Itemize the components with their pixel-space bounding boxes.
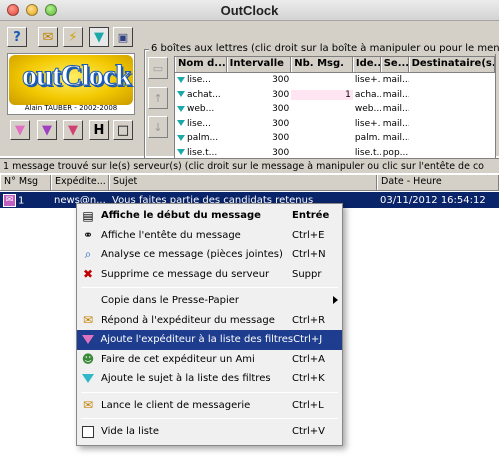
title-bar: OutClock xyxy=(0,0,499,21)
filter-icon xyxy=(177,76,185,83)
column-header-msg-number[interactable]: N° Msg xyxy=(0,175,51,190)
menu-item-copy-clipboard[interactable]: Copie dans le Presse-Papier xyxy=(77,291,342,311)
message-icon: ✉ xyxy=(3,193,16,207)
move-up-button[interactable]: ↑ xyxy=(148,87,168,109)
filter-red-button[interactable]: ▼ xyxy=(63,120,83,140)
column-header-name[interactable]: Nom d... xyxy=(175,57,227,72)
menu-item-show-header[interactable]: ⚭ Affiche l'entête du message Ctrl+E xyxy=(77,226,342,246)
binoculars-icon: ⚭ xyxy=(82,228,94,243)
header-icon: H xyxy=(93,122,105,138)
filter-icon xyxy=(177,120,185,127)
filter-button[interactable]: ▼ xyxy=(89,27,109,47)
check-mail-button[interactable]: ⚡ xyxy=(63,27,83,47)
filter-teal-icon xyxy=(77,369,99,388)
column-header-subject[interactable]: Sujet xyxy=(109,175,377,190)
mailbox-settings-icon: ▣ xyxy=(117,30,129,44)
column-header-date[interactable]: Date - Heure xyxy=(377,175,499,190)
submenu-arrow-icon xyxy=(333,296,338,304)
mailbox-group-label: 6 boîtes aux lettres (clic droit sur la … xyxy=(149,43,499,54)
filter-purple-icon: ▼ xyxy=(42,122,52,138)
mailbox-row[interactable]: lise... 300 lise+... mail... xyxy=(175,73,495,88)
menu-separator xyxy=(81,391,338,393)
save-mailbox-button[interactable]: ▭ xyxy=(148,57,168,79)
magnifier-icon: ⌕ xyxy=(84,247,92,262)
window-title: OutClock xyxy=(220,3,279,18)
filter-purple-button[interactable]: ▼ xyxy=(37,120,57,140)
mailbox-table-header: Nom d... Intervalle Nb. Msg. Ide... Se..… xyxy=(175,57,495,73)
mailbox-button[interactable]: ✉ xyxy=(38,27,58,47)
document-icon: ▤ xyxy=(82,208,94,223)
mailbox-row[interactable]: lise... 300 lise+... mail... xyxy=(175,117,495,132)
lightning-icon: ⚡ xyxy=(68,29,78,45)
filter-pink-icon xyxy=(77,330,98,349)
filter-icon xyxy=(177,134,185,141)
menu-item-launch-client[interactable]: ✉ Lance le client de messagerie Ctrl+L xyxy=(77,396,342,416)
mail-client-icon: ✉ xyxy=(82,398,94,413)
column-header-sender[interactable]: Expédite... xyxy=(51,175,109,190)
logo-text: outClock xyxy=(22,59,133,93)
arrow-up-icon: ↑ xyxy=(153,91,163,105)
header-button[interactable]: H xyxy=(89,120,109,140)
help-icon: ? xyxy=(13,29,21,45)
friend-icon: ☻ xyxy=(81,352,95,367)
filter-icon xyxy=(177,149,185,156)
menu-separator xyxy=(81,287,338,288)
column-header-dest[interactable]: Destinataire(s... xyxy=(408,57,495,72)
blank-button[interactable]: □ xyxy=(113,120,133,140)
filter-icon xyxy=(177,105,185,112)
blank-icon: □ xyxy=(116,122,130,138)
menu-item-add-sender-filter[interactable]: Ajoute l'expéditeur à la liste des filtr… xyxy=(77,330,342,350)
message-table-header: N° Msg Expédite... Sujet Date - Heure xyxy=(0,175,499,191)
menu-item-add-friend[interactable]: ☻ Faire de cet expéditeur un Ami Ctrl+A xyxy=(77,350,342,370)
menu-item-reply[interactable]: ✉ Répond à l'expéditeur du message Ctrl+… xyxy=(77,311,342,331)
mailbox-table: Nom d... Intervalle Nb. Msg. Ide... Se..… xyxy=(174,56,496,170)
reply-icon: ✉ xyxy=(82,313,94,328)
column-header-id[interactable]: Ide... xyxy=(352,57,381,72)
menu-item-analyze[interactable]: ⌕ Analyse ce message (pièces jointes) Ct… xyxy=(77,245,342,265)
messages-status: 1 message trouvé sur le(s) serveur(s) (c… xyxy=(0,158,499,173)
top-pane: ? ✉ ⚡ ▼ ▣ outClock Alain TAUBER - 2002-2… xyxy=(0,21,499,173)
menu-separator xyxy=(81,418,338,419)
filter-icon xyxy=(177,91,185,98)
menu-item-delete[interactable]: ✖ Supprime ce message du serveur Suppr xyxy=(77,265,342,285)
move-down-button[interactable]: ↓ xyxy=(148,116,168,138)
save-icon: ▭ xyxy=(152,61,164,75)
filter-icon: ▼ xyxy=(94,29,104,45)
column-header-server[interactable]: Se... xyxy=(380,57,409,72)
mailbox-row[interactable]: achat... 300 1 acha... mail... xyxy=(175,88,495,103)
menu-item-clear-list[interactable]: Vide la liste Ctrl+V xyxy=(77,422,342,442)
logo-credit: Alain TAUBER - 2002-2008 xyxy=(24,104,118,112)
column-header-count[interactable]: Nb. Msg. xyxy=(291,57,353,72)
outclock-logo: outClock Alain TAUBER - 2002-2008 xyxy=(7,53,135,115)
delete-x-icon: ✖ xyxy=(82,267,94,282)
help-button[interactable]: ? xyxy=(7,27,27,47)
mailbox-settings-button[interactable]: ▣ xyxy=(113,27,133,47)
mailbox-row[interactable]: web... 300 web... mail... xyxy=(175,102,495,117)
filter-pink-icon: ▼ xyxy=(15,122,25,138)
clear-list-icon xyxy=(77,422,99,441)
menu-item-show-start[interactable]: ▤ Affiche le début du message Entrée xyxy=(77,206,342,226)
message-context-menu: ▤ Affiche le début du message Entrée ⚭ A… xyxy=(76,203,343,446)
mailbox-icon: ✉ xyxy=(42,29,54,45)
mailbox-row[interactable]: palm... 300 palm... mail... xyxy=(175,131,495,146)
filter-pink-button[interactable]: ▼ xyxy=(10,120,30,140)
menu-item-add-subject-filter[interactable]: Ajoute le sujet à la liste des filtres C… xyxy=(77,369,342,389)
filter-red-icon: ▼ xyxy=(68,122,78,138)
arrow-down-icon: ↓ xyxy=(153,120,163,134)
column-header-interval[interactable]: Intervalle xyxy=(226,57,292,72)
